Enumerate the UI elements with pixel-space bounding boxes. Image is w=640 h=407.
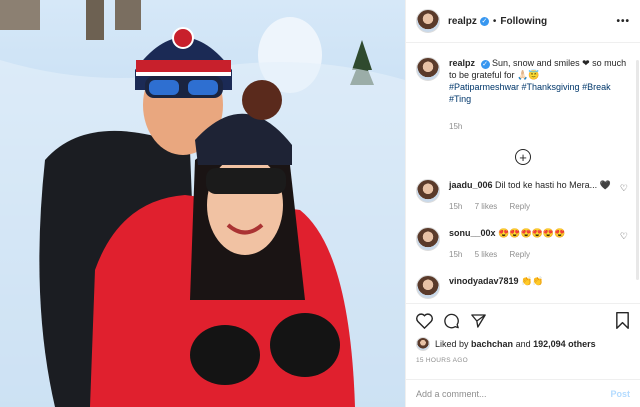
comment-likes[interactable]: 5 likes [475,250,498,259]
comment-text: Dil tod ke hasti ho Mera... 🖤 [495,180,611,190]
plus-circle-icon[interactable]: + [515,149,531,165]
post-button[interactable]: Post [610,389,630,399]
avatar[interactable] [416,57,440,81]
comment-username[interactable]: sonu__00x [449,228,496,238]
separator-dot: • [492,15,497,27]
post-timestamp: 15 HOURS AGO [416,357,469,364]
likes-summary: Liked by bachchan and 192,094 others [416,337,630,351]
share-icon[interactable] [470,313,487,329]
comment-likes[interactable]: 7 likes [475,202,498,211]
avatar[interactable] [416,337,430,351]
comment-text: 😍😍😍😍😍😍 [498,228,566,238]
caption-hashtags[interactable]: #Patiparmeshwar #Thanksgiving #Break #Ti… [449,82,611,104]
header-username[interactable]: realpz [448,16,477,27]
likes-count[interactable]: 192,094 others [533,339,596,349]
post-photo[interactable] [0,0,405,407]
post-header: realpz ✓ • Following ••• [406,0,640,43]
load-more-comments[interactable]: + [416,149,630,165]
comment-time: 15h [449,202,463,211]
add-comment-bar: Add a comment... Post [406,379,640,407]
caption-time: 15h [449,122,463,131]
comment-username[interactable]: vinodyadav7819 [449,276,519,286]
likes-prefix: Liked by [435,339,469,349]
photo-illustration [0,0,405,407]
heart-icon[interactable]: ♡ [620,182,628,194]
list-item: vinodyadav7819 👏👏 [416,275,630,299]
verified-icon: ✓ [480,60,490,69]
list-item: sonu__00x 😍😍😍😍😍😍 15h 5 likes Reply ♡ [416,227,630,261]
comments-section: realpz ✓ Sun, snow and smiles ❤ so much … [406,43,640,303]
avatar[interactable] [416,227,440,251]
caption-text: Sun, snow and smiles ❤ so much to be gra… [449,58,627,80]
post-actions: Liked by bachchan and 192,094 others 15 … [406,303,640,364]
following-button[interactable]: Following [500,16,547,27]
heart-icon[interactable]: ♡ [620,230,628,242]
comment-icon[interactable] [443,313,460,329]
avatar[interactable] [416,179,440,203]
instagram-post: realpz ✓ • Following ••• realpz ✓ Sun, s… [0,0,640,407]
avatar[interactable] [416,275,440,299]
comment-input[interactable]: Add a comment... [416,389,487,399]
more-icon[interactable]: ••• [616,16,630,27]
reply-button[interactable]: Reply [510,202,530,211]
caption: realpz ✓ Sun, snow and smiles ❤ so much … [416,57,630,133]
post-side-panel: realpz ✓ • Following ••• realpz ✓ Sun, s… [405,0,640,407]
verified-icon: ✓ [479,16,489,26]
list-item: jaadu_006 Dil tod ke hasti ho Mera... 🖤 … [416,179,630,213]
likes-middle: and [515,339,531,349]
comment-text: 👏👏 [521,276,544,286]
avatar[interactable] [416,9,440,33]
liked-by-user[interactable]: bachchan [471,339,513,349]
heart-icon[interactable] [416,312,433,329]
comment-username[interactable]: jaadu_006 [449,180,493,190]
reply-button[interactable]: Reply [510,250,530,259]
comment-time: 15h [449,250,463,259]
bookmark-icon[interactable] [615,312,630,329]
caption-username[interactable]: realpz [449,58,475,68]
scrollbar[interactable] [636,60,639,280]
